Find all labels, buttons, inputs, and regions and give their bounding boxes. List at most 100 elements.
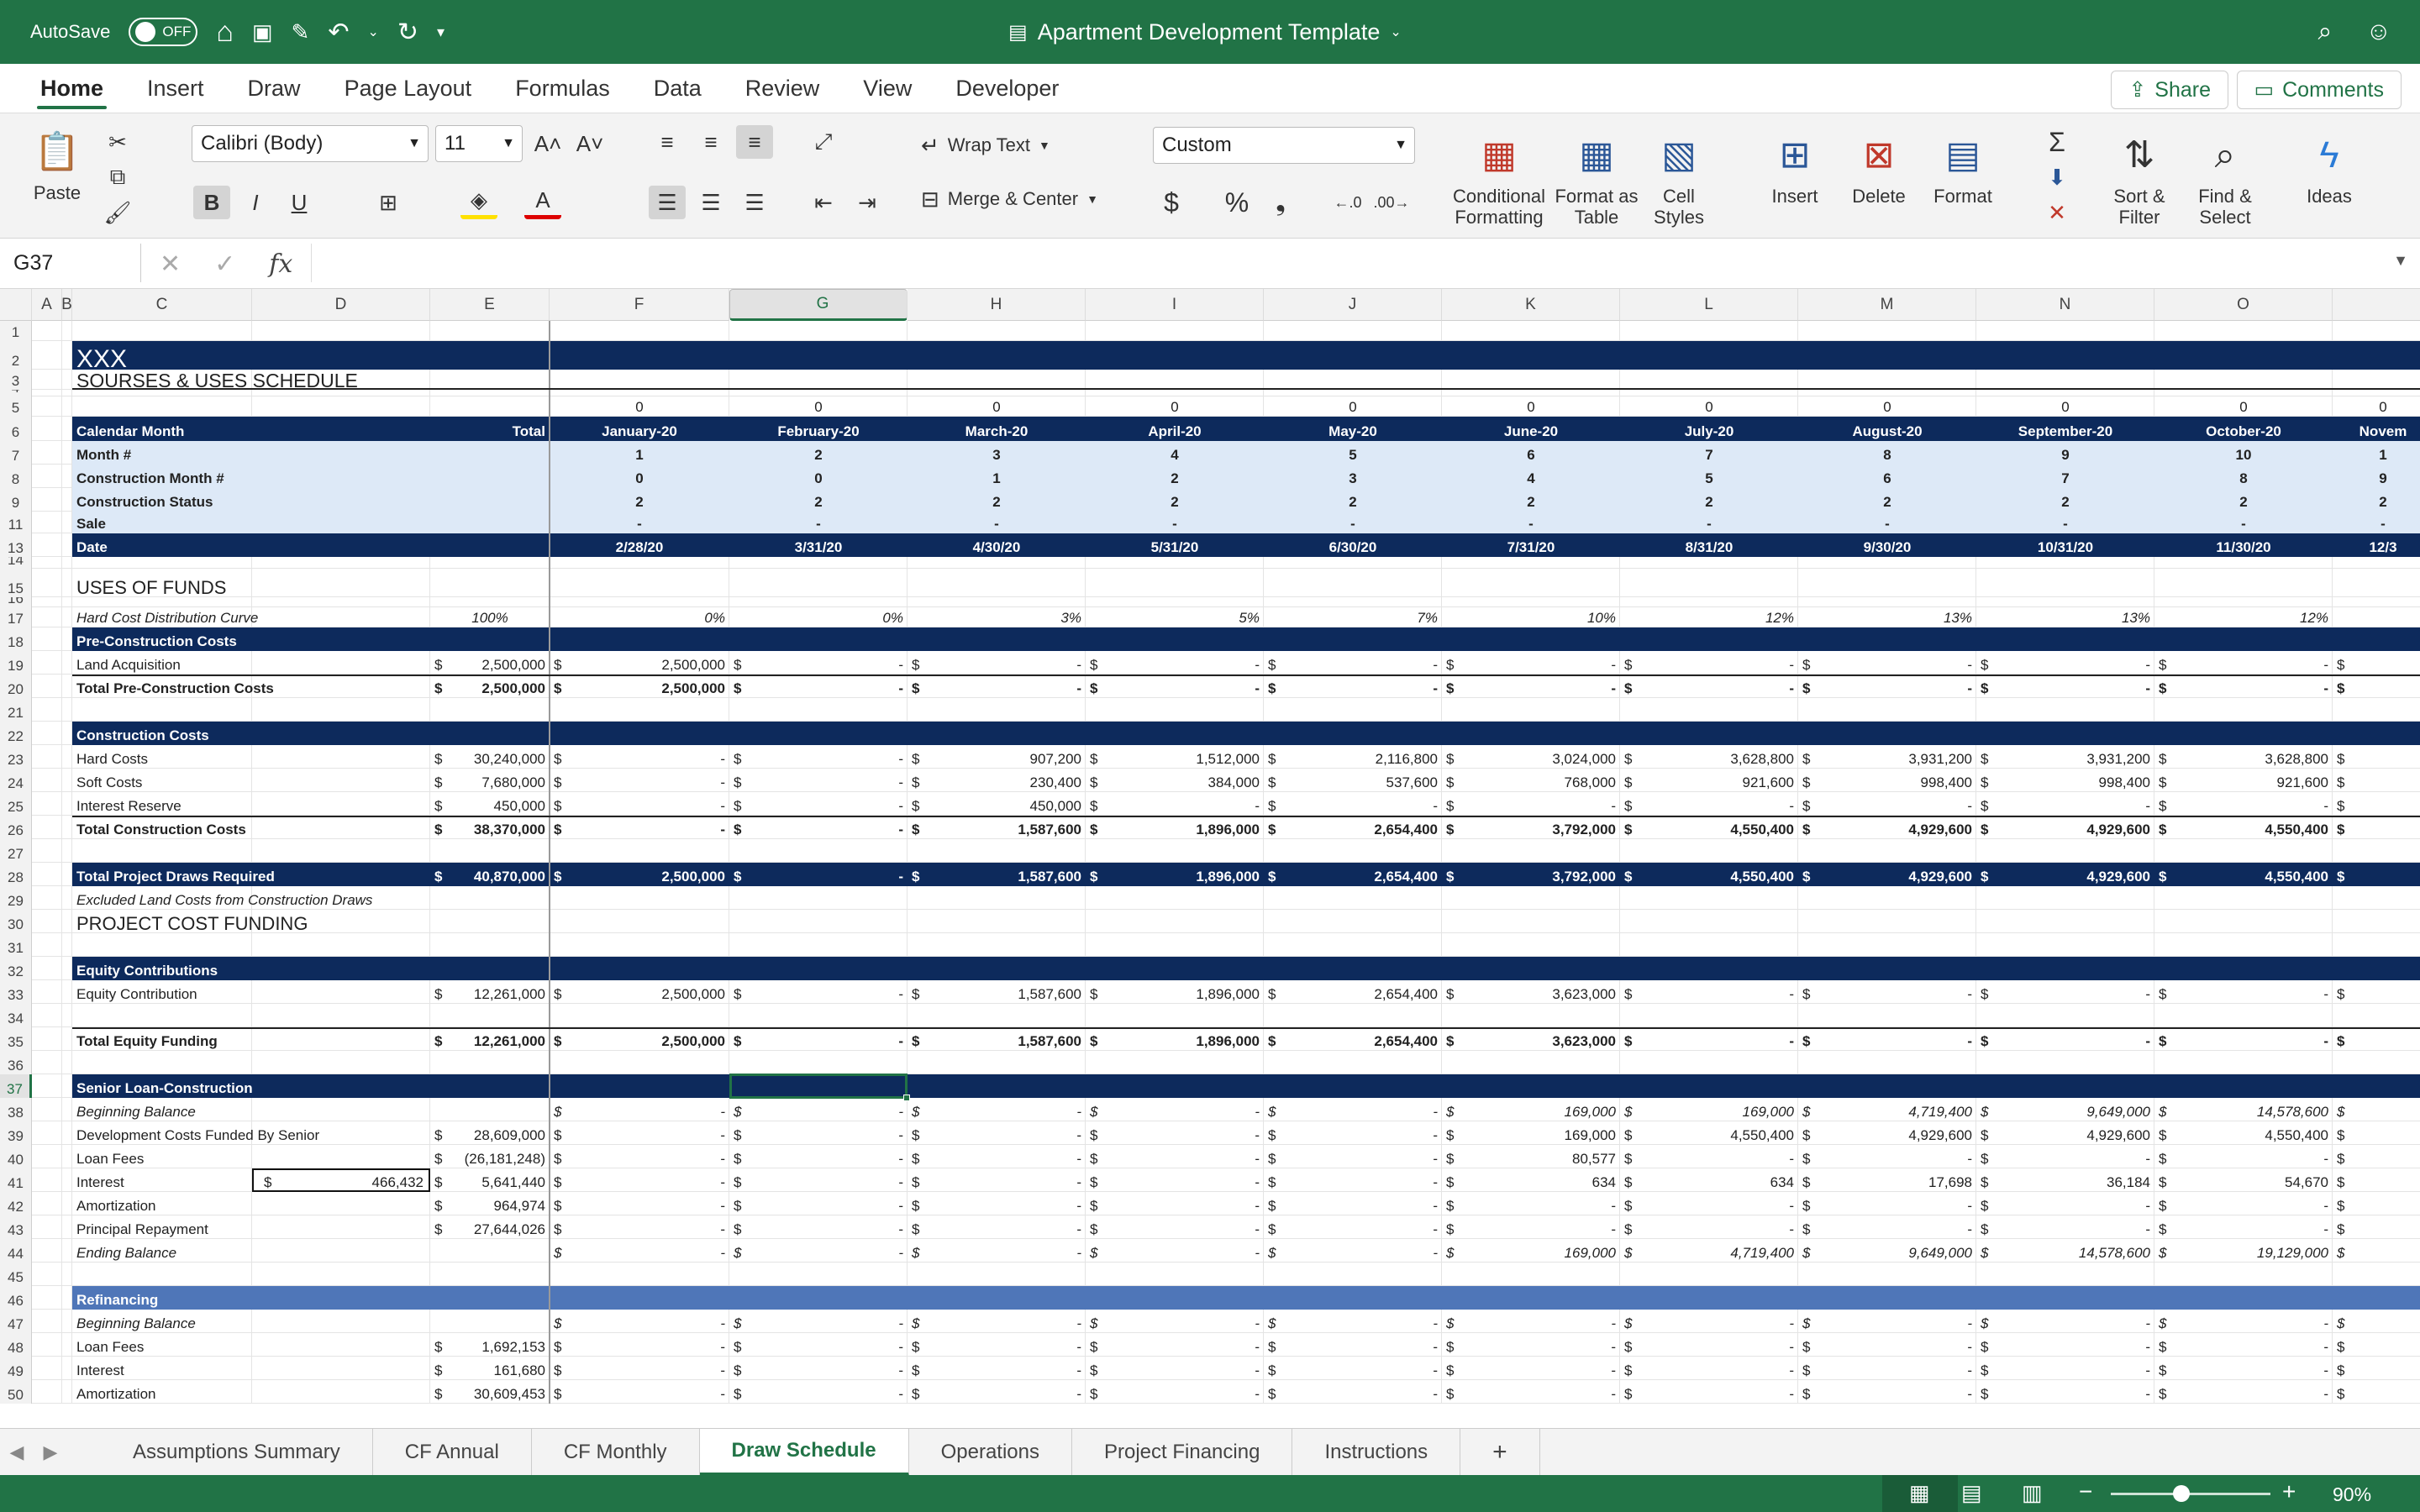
value-cell[interactable]: -: [550, 792, 729, 816]
value-cell[interactable]: 4,550,400: [1620, 816, 1798, 839]
value-cell[interactable]: -: [1976, 1380, 2154, 1404]
value-cell[interactable]: 4,929,600: [1798, 1121, 1976, 1145]
sheet-tab-cf-annual[interactable]: CF Annual: [373, 1428, 532, 1476]
zoom-slider[interactable]: [2111, 1493, 2270, 1495]
italic-button[interactable]: I: [237, 186, 274, 219]
value-cell[interactable]: 634: [1442, 1168, 1620, 1192]
value-cell[interactable]: -: [729, 980, 908, 1004]
value-cell[interactable]: -: [1798, 1333, 1976, 1357]
sheet-tab-operations[interactable]: Operations: [909, 1428, 1072, 1476]
value-cell[interactable]: -: [908, 1098, 1086, 1121]
value-cell[interactable]: -: [1264, 1145, 1442, 1168]
total-cell[interactable]: 100%: [430, 607, 550, 627]
value-cell[interactable]: 4,719,400: [1798, 1098, 1976, 1121]
copy-icon[interactable]: ⧉: [99, 160, 136, 194]
value-cell[interactable]: 3,792,000: [1442, 816, 1620, 839]
value-cell[interactable]: 4,929,600: [1976, 1121, 2154, 1145]
timeline-cell[interactable]: 1: [550, 441, 729, 465]
value-cell[interactable]: -: [1086, 1310, 1264, 1333]
timeline-cell[interactable]: -: [1264, 512, 1442, 533]
currency-symbol[interactable]: $: [2333, 1310, 2366, 1333]
column-header-k[interactable]: K: [1442, 289, 1620, 321]
value-cell[interactable]: -: [2154, 651, 2333, 675]
value-cell[interactable]: 4,929,600: [1976, 863, 2154, 886]
note-label[interactable]: Excluded Land Costs from Construction Dr…: [72, 886, 492, 910]
month-header[interactable]: July-20: [1620, 417, 1798, 441]
total-cell[interactable]: 7,680,000: [430, 769, 550, 792]
prev-sheet-icon[interactable]: ◀: [0, 1441, 34, 1463]
delete-cells-button[interactable]: ⊠ Delete: [1837, 129, 1921, 207]
total-cell[interactable]: 27,644,026: [430, 1215, 550, 1239]
wrap-text-button[interactable]: ↵ Wrap Text ▼: [921, 129, 1050, 162]
zero-cell[interactable]: 0: [2333, 396, 2420, 417]
format-as-table-button[interactable]: ▦ Format as Table: [1555, 129, 1639, 228]
currency-symbol[interactable]: $: [2333, 1380, 2366, 1404]
value-cell[interactable]: -: [729, 1239, 908, 1263]
value-cell[interactable]: 907,200: [908, 745, 1086, 769]
value-cell[interactable]: -: [908, 1145, 1086, 1168]
row-label[interactable]: Hard Costs: [72, 745, 350, 769]
value-cell[interactable]: 1,512,000: [1086, 745, 1264, 769]
value-cell[interactable]: -: [550, 1310, 729, 1333]
date-cell[interactable]: 10/31/20: [1976, 533, 2154, 557]
month-header[interactable]: February-20: [729, 417, 908, 441]
row-header-14[interactable]: 14: [0, 557, 32, 569]
value-cell[interactable]: -: [1086, 675, 1264, 698]
row-label[interactable]: Total Pre-Construction Costs: [72, 675, 350, 698]
autosave-toggle[interactable]: OFF: [129, 18, 198, 46]
timeline-cell[interactable]: 1: [2333, 441, 2420, 465]
value-cell[interactable]: -: [550, 1192, 729, 1215]
value-cell[interactable]: 2,116,800: [1264, 745, 1442, 769]
timeline-cell[interactable]: 2: [1620, 488, 1798, 512]
value-cell[interactable]: 169,000: [1442, 1121, 1620, 1145]
total-cell[interactable]: 964,974: [430, 1192, 550, 1215]
timeline-cell[interactable]: -: [908, 512, 1086, 533]
row-label[interactable]: Hard Cost Distribution Curve: [72, 607, 324, 627]
value-cell[interactable]: -: [1264, 1215, 1442, 1239]
underline-button[interactable]: U: [281, 186, 318, 219]
sheet-tab-assumptions-summary[interactable]: Assumptions Summary: [101, 1428, 373, 1476]
value-cell[interactable]: -: [1976, 1192, 2154, 1215]
value-cell[interactable]: -: [550, 1168, 729, 1192]
timeline-cell[interactable]: 1: [908, 465, 1086, 488]
conditional-formatting-button[interactable]: ▦ Conditional Formatting: [1447, 129, 1551, 228]
value-cell[interactable]: -: [729, 1145, 908, 1168]
value-cell[interactable]: -: [1620, 1357, 1798, 1380]
value-cell[interactable]: -: [1086, 1357, 1264, 1380]
row-header-50[interactable]: 50: [0, 1380, 32, 1404]
value-cell[interactable]: 19,129,000: [2154, 1239, 2333, 1263]
increase-decimal-icon[interactable]: ←.0: [1329, 186, 1366, 219]
tab-review[interactable]: Review: [723, 64, 842, 113]
align-right-icon[interactable]: ☰: [736, 186, 773, 219]
currency-symbol[interactable]: $: [2333, 675, 2366, 698]
row-label[interactable]: Amortization: [72, 1380, 350, 1404]
column-header-n[interactable]: N: [1976, 289, 2154, 321]
fill-icon[interactable]: ⬇: [2039, 160, 2075, 194]
value-cell[interactable]: -: [729, 675, 908, 698]
row-header-3[interactable]: 3: [0, 370, 32, 390]
row-label[interactable]: Loan Fees: [72, 1333, 350, 1357]
currency-symbol[interactable]: $: [2333, 1192, 2366, 1215]
column-header-h[interactable]: H: [908, 289, 1086, 321]
value-cell[interactable]: -: [1798, 1357, 1976, 1380]
value-cell[interactable]: -: [908, 1333, 1086, 1357]
value-cell[interactable]: 4,550,400: [1620, 863, 1798, 886]
total-cell[interactable]: 12,261,000: [430, 1027, 550, 1051]
sheet-tab-instructions[interactable]: Instructions: [1292, 1428, 1461, 1476]
value-cell[interactable]: -: [1086, 1192, 1264, 1215]
timeline-cell[interactable]: 9: [2333, 465, 2420, 488]
value-cell[interactable]: -: [550, 1145, 729, 1168]
month-header[interactable]: March-20: [908, 417, 1086, 441]
timeline-cell[interactable]: 0: [729, 465, 908, 488]
value-cell[interactable]: -: [1086, 1098, 1264, 1121]
cell-styles-button[interactable]: ▧ Cell Styles: [1639, 129, 1719, 228]
date-cell[interactable]: 11/30/20: [2154, 533, 2333, 557]
date-cell[interactable]: 5/31/20: [1086, 533, 1264, 557]
row-header-49[interactable]: 49: [0, 1357, 32, 1380]
section-header[interactable]: Refinancing: [72, 1286, 324, 1310]
value-cell[interactable]: -: [1798, 792, 1976, 816]
row-header-47[interactable]: 47: [0, 1310, 32, 1333]
value-cell[interactable]: 169,000: [1442, 1098, 1620, 1121]
row-header-29[interactable]: 29: [0, 886, 32, 910]
value-cell[interactable]: 54,670: [2154, 1168, 2333, 1192]
